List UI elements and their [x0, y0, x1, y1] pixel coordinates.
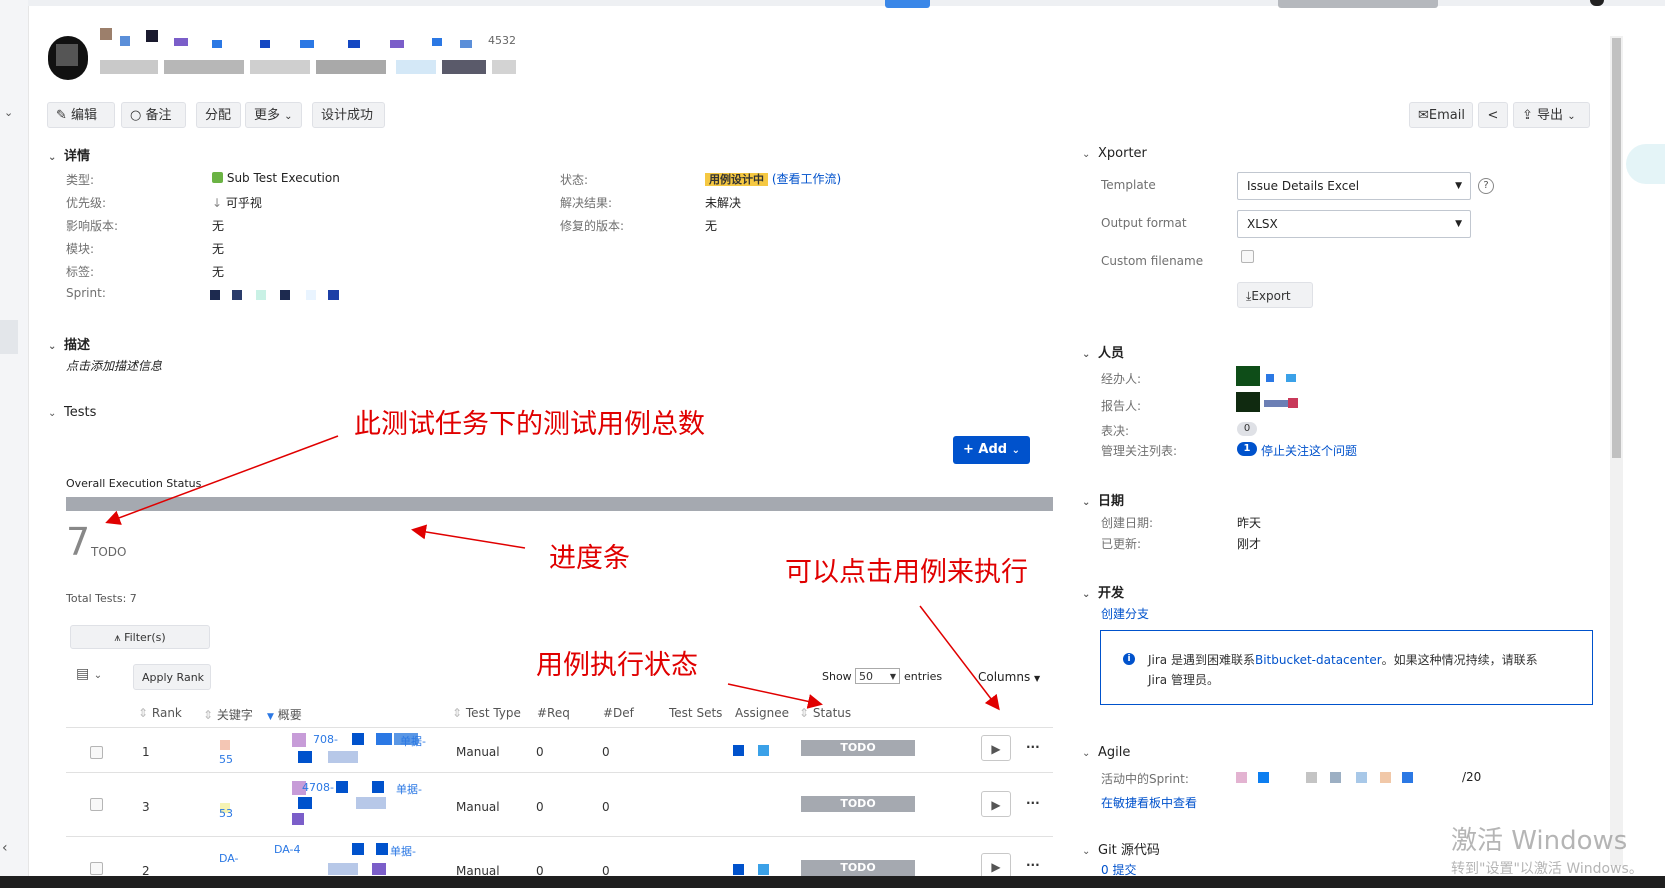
bitbucket-link[interactable]: Bitbucket-datacenter: [1255, 653, 1382, 667]
dropdown-arrow-icon: ▼: [1455, 219, 1462, 229]
watchers-badge[interactable]: 1: [1237, 442, 1257, 456]
votes-label: 表决:: [1101, 424, 1130, 438]
view-board-link[interactable]: 在敏捷看板中查看: [1101, 794, 1197, 811]
output-format-select[interactable]: XLSX ▼: [1237, 210, 1471, 238]
arrow-to-progress: [411, 524, 526, 549]
assignee-name-obscured: [1266, 372, 1300, 382]
chevron-down-icon: ⌄: [1082, 497, 1091, 508]
help-icon[interactable]: ?: [1478, 178, 1494, 194]
people-title-text: 人员: [1098, 346, 1125, 361]
reporter-name-obscured: [1264, 398, 1302, 408]
chevron-down-icon: ⌄: [1082, 748, 1091, 759]
output-format-value: XLSX: [1247, 217, 1278, 231]
template-label: Template: [1101, 178, 1156, 192]
dropdown-arrow-icon: ▼: [1455, 181, 1462, 191]
export-button[interactable]: ⤓Export: [1237, 282, 1313, 308]
windows-watermark-line2: 转到"设置"以激活 Windows。: [1451, 861, 1643, 877]
info-icon: i: [1123, 653, 1135, 665]
updated-label: 已更新:: [1101, 537, 1142, 551]
template-select[interactable]: Issue Details Excel ▼: [1237, 172, 1471, 200]
arrow-to-play: [919, 605, 1000, 711]
assignee-avatar[interactable]: [1236, 366, 1260, 386]
stop-watching-link[interactable]: 停止关注这个问题: [1261, 442, 1357, 459]
dev-title-text: 开发: [1098, 586, 1125, 601]
agile-section-title[interactable]: ⌄ Agile: [1082, 745, 1130, 760]
create-branch-link[interactable]: 创建分支: [1101, 605, 1149, 622]
git-title-text: Git 源代码: [1098, 843, 1160, 858]
windows-watermark-line1: 激活 Windows: [1451, 826, 1628, 856]
dev-error-line2: Jira 管理员。: [1148, 673, 1219, 687]
custom-filename-checkbox[interactable]: [1241, 250, 1254, 263]
active-sprint-suffix: /20: [1462, 770, 1482, 784]
reporter-label: 报告人:: [1101, 399, 1142, 413]
chevron-down-icon: ⌄: [1082, 349, 1091, 360]
dev-error-suffix: 。如果这种情况持续，请联系: [1381, 653, 1538, 667]
assignee-label: 经办人:: [1101, 372, 1142, 386]
dates-title-text: 日期: [1098, 494, 1125, 509]
chevron-down-icon: ⌄: [1082, 149, 1091, 160]
dev-error-box: i Jira 是遇到困难联系Bitbucket-datacenter。如果这种情…: [1100, 630, 1593, 705]
export-button-label: Export: [1251, 289, 1291, 303]
dates-section-title[interactable]: ⌄ 日期: [1082, 490, 1124, 509]
created-value: 昨天: [1237, 516, 1262, 530]
chevron-down-icon: ⌄: [1082, 846, 1091, 857]
xporter-section-title[interactable]: ⌄ Xporter: [1082, 146, 1147, 161]
chevron-down-icon: ⌄: [1082, 589, 1091, 600]
git-section-title[interactable]: ⌄ Git 源代码: [1082, 839, 1160, 858]
reporter-avatar[interactable]: [1236, 392, 1260, 412]
agile-title-text: Agile: [1098, 745, 1131, 760]
votes-badge[interactable]: 0: [1237, 422, 1257, 436]
created-label: 创建日期:: [1101, 516, 1154, 530]
arrow-to-total: [105, 435, 339, 525]
annotation-arrows: [105, 435, 1000, 711]
active-sprint-label: 活动中的Sprint:: [1101, 772, 1189, 786]
custom-filename-label: Custom filename: [1101, 254, 1204, 268]
updated-value: 刚才: [1237, 537, 1262, 551]
watchers-label: 管理关注列表:: [1101, 444, 1178, 458]
dev-error-text: Jira 是遇到困难联系Bitbucket-datacenter。如果这种情况持…: [1148, 651, 1538, 668]
arrow-to-status: [727, 683, 823, 709]
active-sprint-obscured: [1236, 772, 1466, 784]
dev-section-title[interactable]: ⌄ 开发: [1082, 582, 1124, 601]
people-section-title[interactable]: ⌄ 人员: [1082, 342, 1124, 361]
xporter-title-text: Xporter: [1098, 146, 1147, 161]
template-select-value: Issue Details Excel: [1247, 179, 1360, 193]
taskbar: [0, 876, 1665, 888]
output-format-label: Output format: [1101, 216, 1187, 230]
dev-error-prefix: Jira 是遇到困难联系: [1148, 653, 1255, 667]
